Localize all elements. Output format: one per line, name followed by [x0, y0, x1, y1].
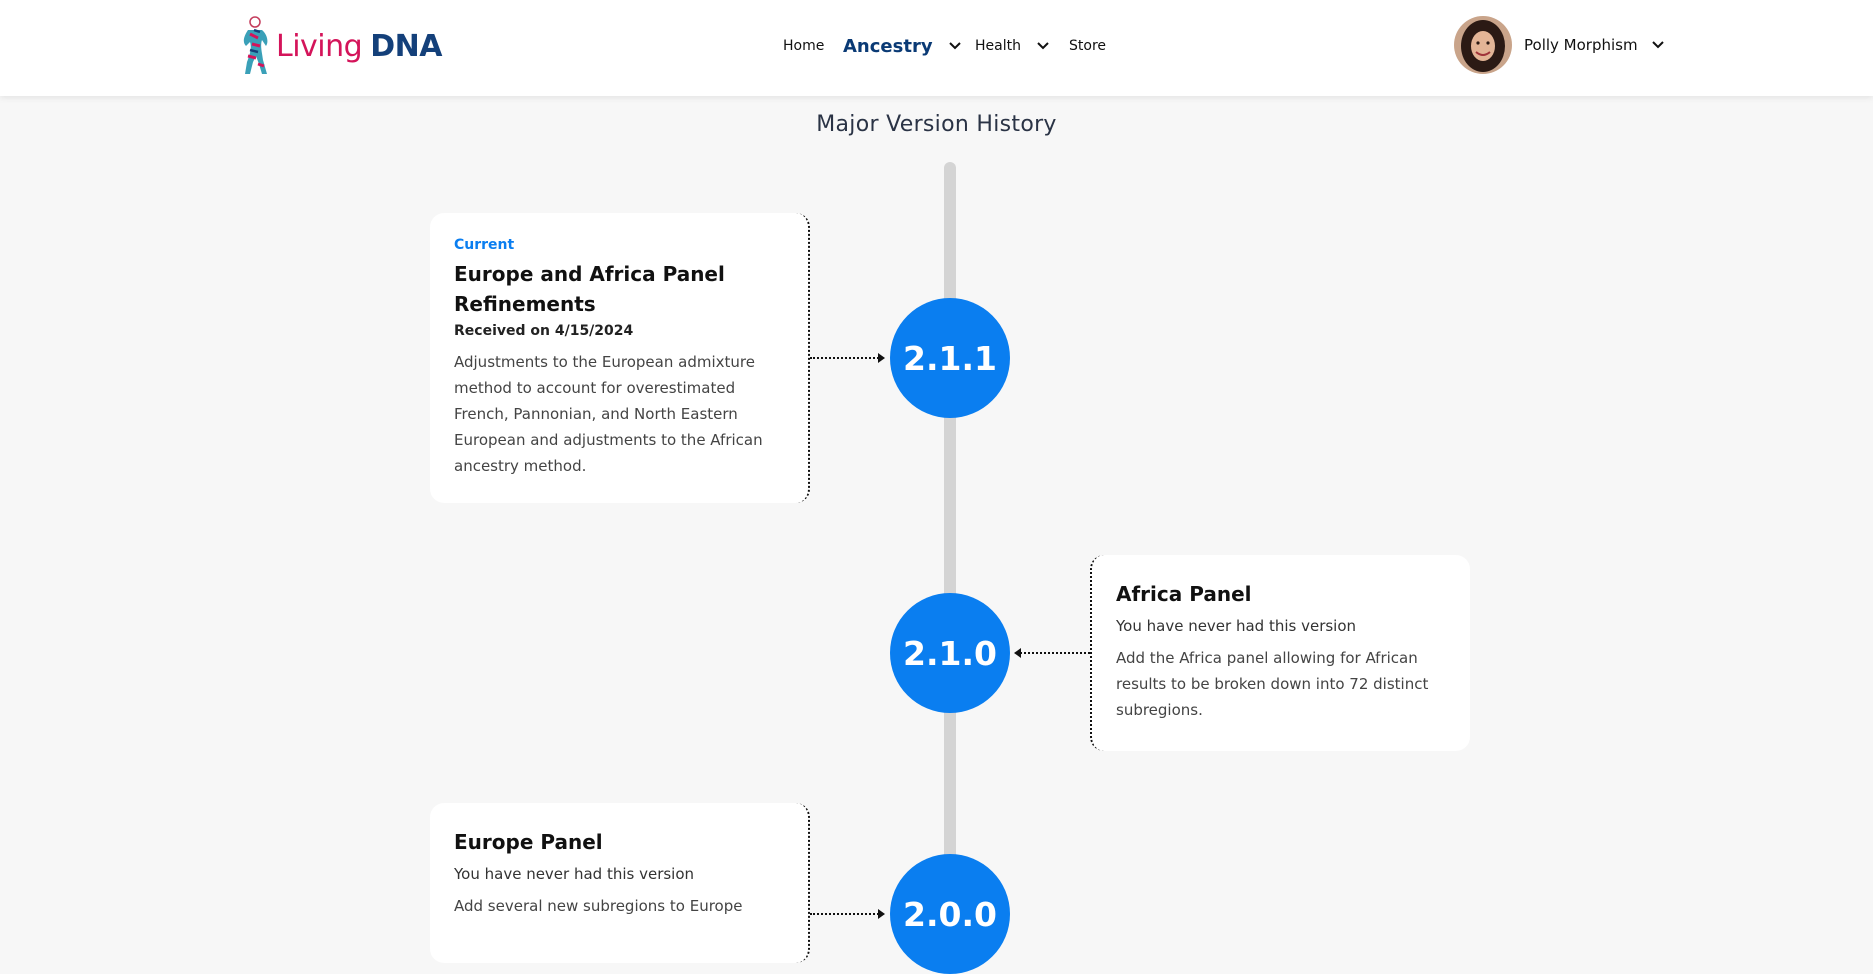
nav-health[interactable]: Health — [975, 0, 1051, 92]
version-description: Adjustments to the European admixture me… — [454, 353, 763, 475]
version-description: Add the Africa panel allowing for Africa… — [1116, 649, 1429, 719]
version-card-2-1-0: Africa Panel You have never had this ver… — [1090, 555, 1470, 751]
version-title: Europe and Africa Panel Refinements — [454, 262, 725, 316]
top-header: Living DNA Home Ancestry Health Store Po… — [0, 0, 1873, 96]
connector-line — [810, 357, 882, 361]
connector-line — [810, 913, 882, 917]
dna-figure-icon — [243, 16, 268, 74]
chevron-down-icon[interactable] — [1035, 38, 1051, 54]
logo-word-living: Living — [276, 28, 363, 64]
avatar[interactable] — [1454, 16, 1512, 74]
arrow-right-icon — [878, 909, 885, 919]
page-title: Major Version History — [816, 112, 1057, 137]
connector-line — [1020, 652, 1090, 656]
nav-store[interactable]: Store — [1069, 0, 1106, 92]
version-title: Europe Panel — [454, 830, 603, 854]
timeline-line — [944, 162, 956, 942]
nav-health-label[interactable]: Health — [975, 38, 1021, 54]
user-menu[interactable]: Polly Morphism — [1454, 16, 1666, 74]
version-description: Add several new subregions to Europe — [454, 897, 743, 915]
logo-word-dna: DNA — [370, 28, 442, 64]
version-subtitle: You have never had this version — [454, 865, 695, 883]
nav-ancestry-label[interactable]: Ancestry — [843, 36, 933, 57]
version-card-2-1-1: Current Europe and Africa Panel Refineme… — [430, 213, 810, 503]
nav-store-label[interactable]: Store — [1069, 38, 1106, 54]
nav-home-label[interactable]: Home — [783, 38, 824, 54]
version-node-2-1-0: 2.1.0 — [890, 593, 1010, 713]
user-name[interactable]: Polly Morphism — [1524, 36, 1638, 54]
version-subtitle: You have never had this version — [1116, 617, 1357, 635]
arrow-right-icon — [878, 353, 885, 363]
version-node-2-1-1: 2.1.1 — [890, 298, 1010, 418]
chevron-down-icon[interactable] — [1650, 37, 1666, 53]
living-dna-logo[interactable]: Living DNA — [238, 16, 442, 76]
version-title: Africa Panel — [1116, 582, 1252, 606]
version-card-2-0-0: Europe Panel You have never had this ver… — [430, 803, 810, 963]
version-received-date: Received on 4/15/2024 — [454, 323, 634, 339]
nav-home[interactable]: Home — [783, 0, 824, 92]
nav-ancestry[interactable]: Ancestry — [843, 0, 963, 92]
chevron-down-icon[interactable] — [947, 38, 963, 54]
current-badge: Current — [454, 237, 515, 253]
version-node-2-0-0: 2.0.0 — [890, 854, 1010, 974]
